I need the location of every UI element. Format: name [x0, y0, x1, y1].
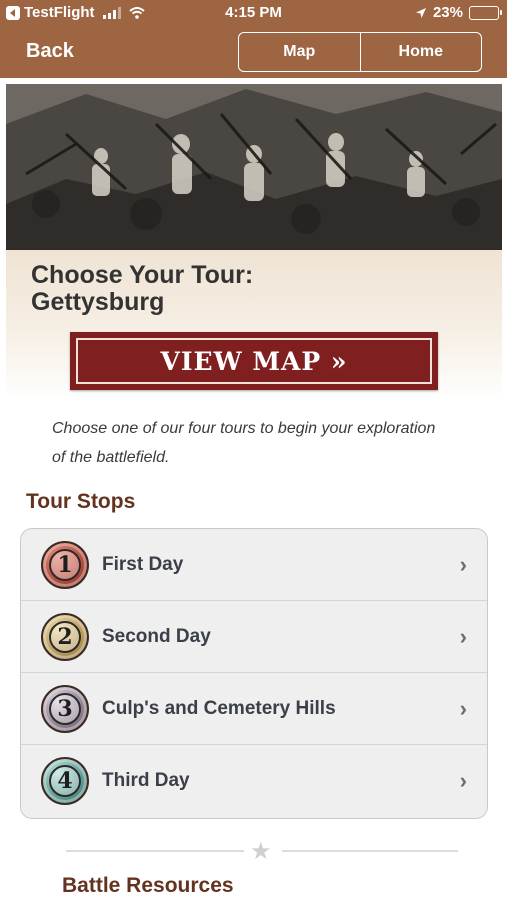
chevron-right-icon: › [459, 768, 467, 793]
badge-number: 1 [49, 548, 81, 581]
chevron-right-icon: › [459, 551, 467, 577]
tour-stops-list: 1 First Day › 2 Second Day › 3 Culp's an… [20, 528, 488, 819]
badge-number: 2 [49, 620, 81, 653]
battle-hero-image [6, 84, 502, 250]
map-button[interactable]: Map [239, 33, 360, 71]
tour-stop-label: Second Day [102, 625, 211, 647]
navigation-bar: Back Map Home [0, 28, 507, 78]
view-map-button[interactable]: VIEW MAP » [70, 332, 438, 390]
section-divider-right [282, 850, 458, 852]
tour-stops-heading: Tour Stops [26, 490, 136, 513]
page-title-line-1: Choose Your Tour: [31, 261, 254, 289]
view-map-label: VIEW MAP » [76, 338, 432, 384]
page-title: Choose Your Tour: Gettysburg [31, 262, 331, 316]
battery-icon [469, 5, 502, 20]
number-1-badge-icon: 1 [41, 540, 89, 589]
tour-stop-third-day[interactable]: 4 Third Day › [21, 745, 487, 817]
tour-stop-second-day[interactable]: 2 Second Day › [21, 601, 487, 673]
page-title-line-2: Gettysburg [31, 288, 165, 316]
battle-engraving-illustration [6, 84, 502, 250]
status-bar: TestFlight 4:15 PM 23% [0, 0, 507, 28]
number-2-badge-icon: 2 [41, 612, 89, 661]
home-button[interactable]: Home [359, 33, 482, 71]
status-right: 23% [415, 4, 502, 21]
badge-number: 4 [49, 765, 81, 797]
chevron-right-icon: › [459, 695, 467, 721]
badge-number: 3 [49, 692, 81, 725]
back-button[interactable]: Back [26, 40, 74, 63]
tour-stop-culps-and-cemetery-hills[interactable]: 3 Culp's and Cemetery Hills › [21, 673, 487, 745]
tour-stop-label: Third Day [102, 770, 190, 791]
chevron-right-icon: › [459, 623, 467, 649]
star-divider-icon: ★ [250, 838, 272, 865]
tour-stop-label: First Day [102, 553, 184, 575]
segmented-control: Map Home [238, 32, 482, 72]
intro-text-line-1: Choose one of our four tours to begin yo… [52, 420, 436, 437]
number-3-badge-icon: 3 [41, 684, 89, 733]
intro-text-line-2: of the battlefield. [52, 449, 170, 466]
section-divider-left [66, 850, 244, 852]
tour-stop-label: Culp's and Cemetery Hills [102, 697, 336, 719]
battle-resources-heading: Battle Resources [62, 874, 234, 897]
tour-stop-first-day[interactable]: 1 First Day › [21, 529, 487, 601]
battery-percentage: 23% [432, 4, 463, 21]
location-arrow-icon [415, 7, 426, 18]
number-4-badge-icon: 4 [41, 757, 89, 805]
intro-text: Choose one of our four tours to begin yo… [52, 414, 482, 472]
